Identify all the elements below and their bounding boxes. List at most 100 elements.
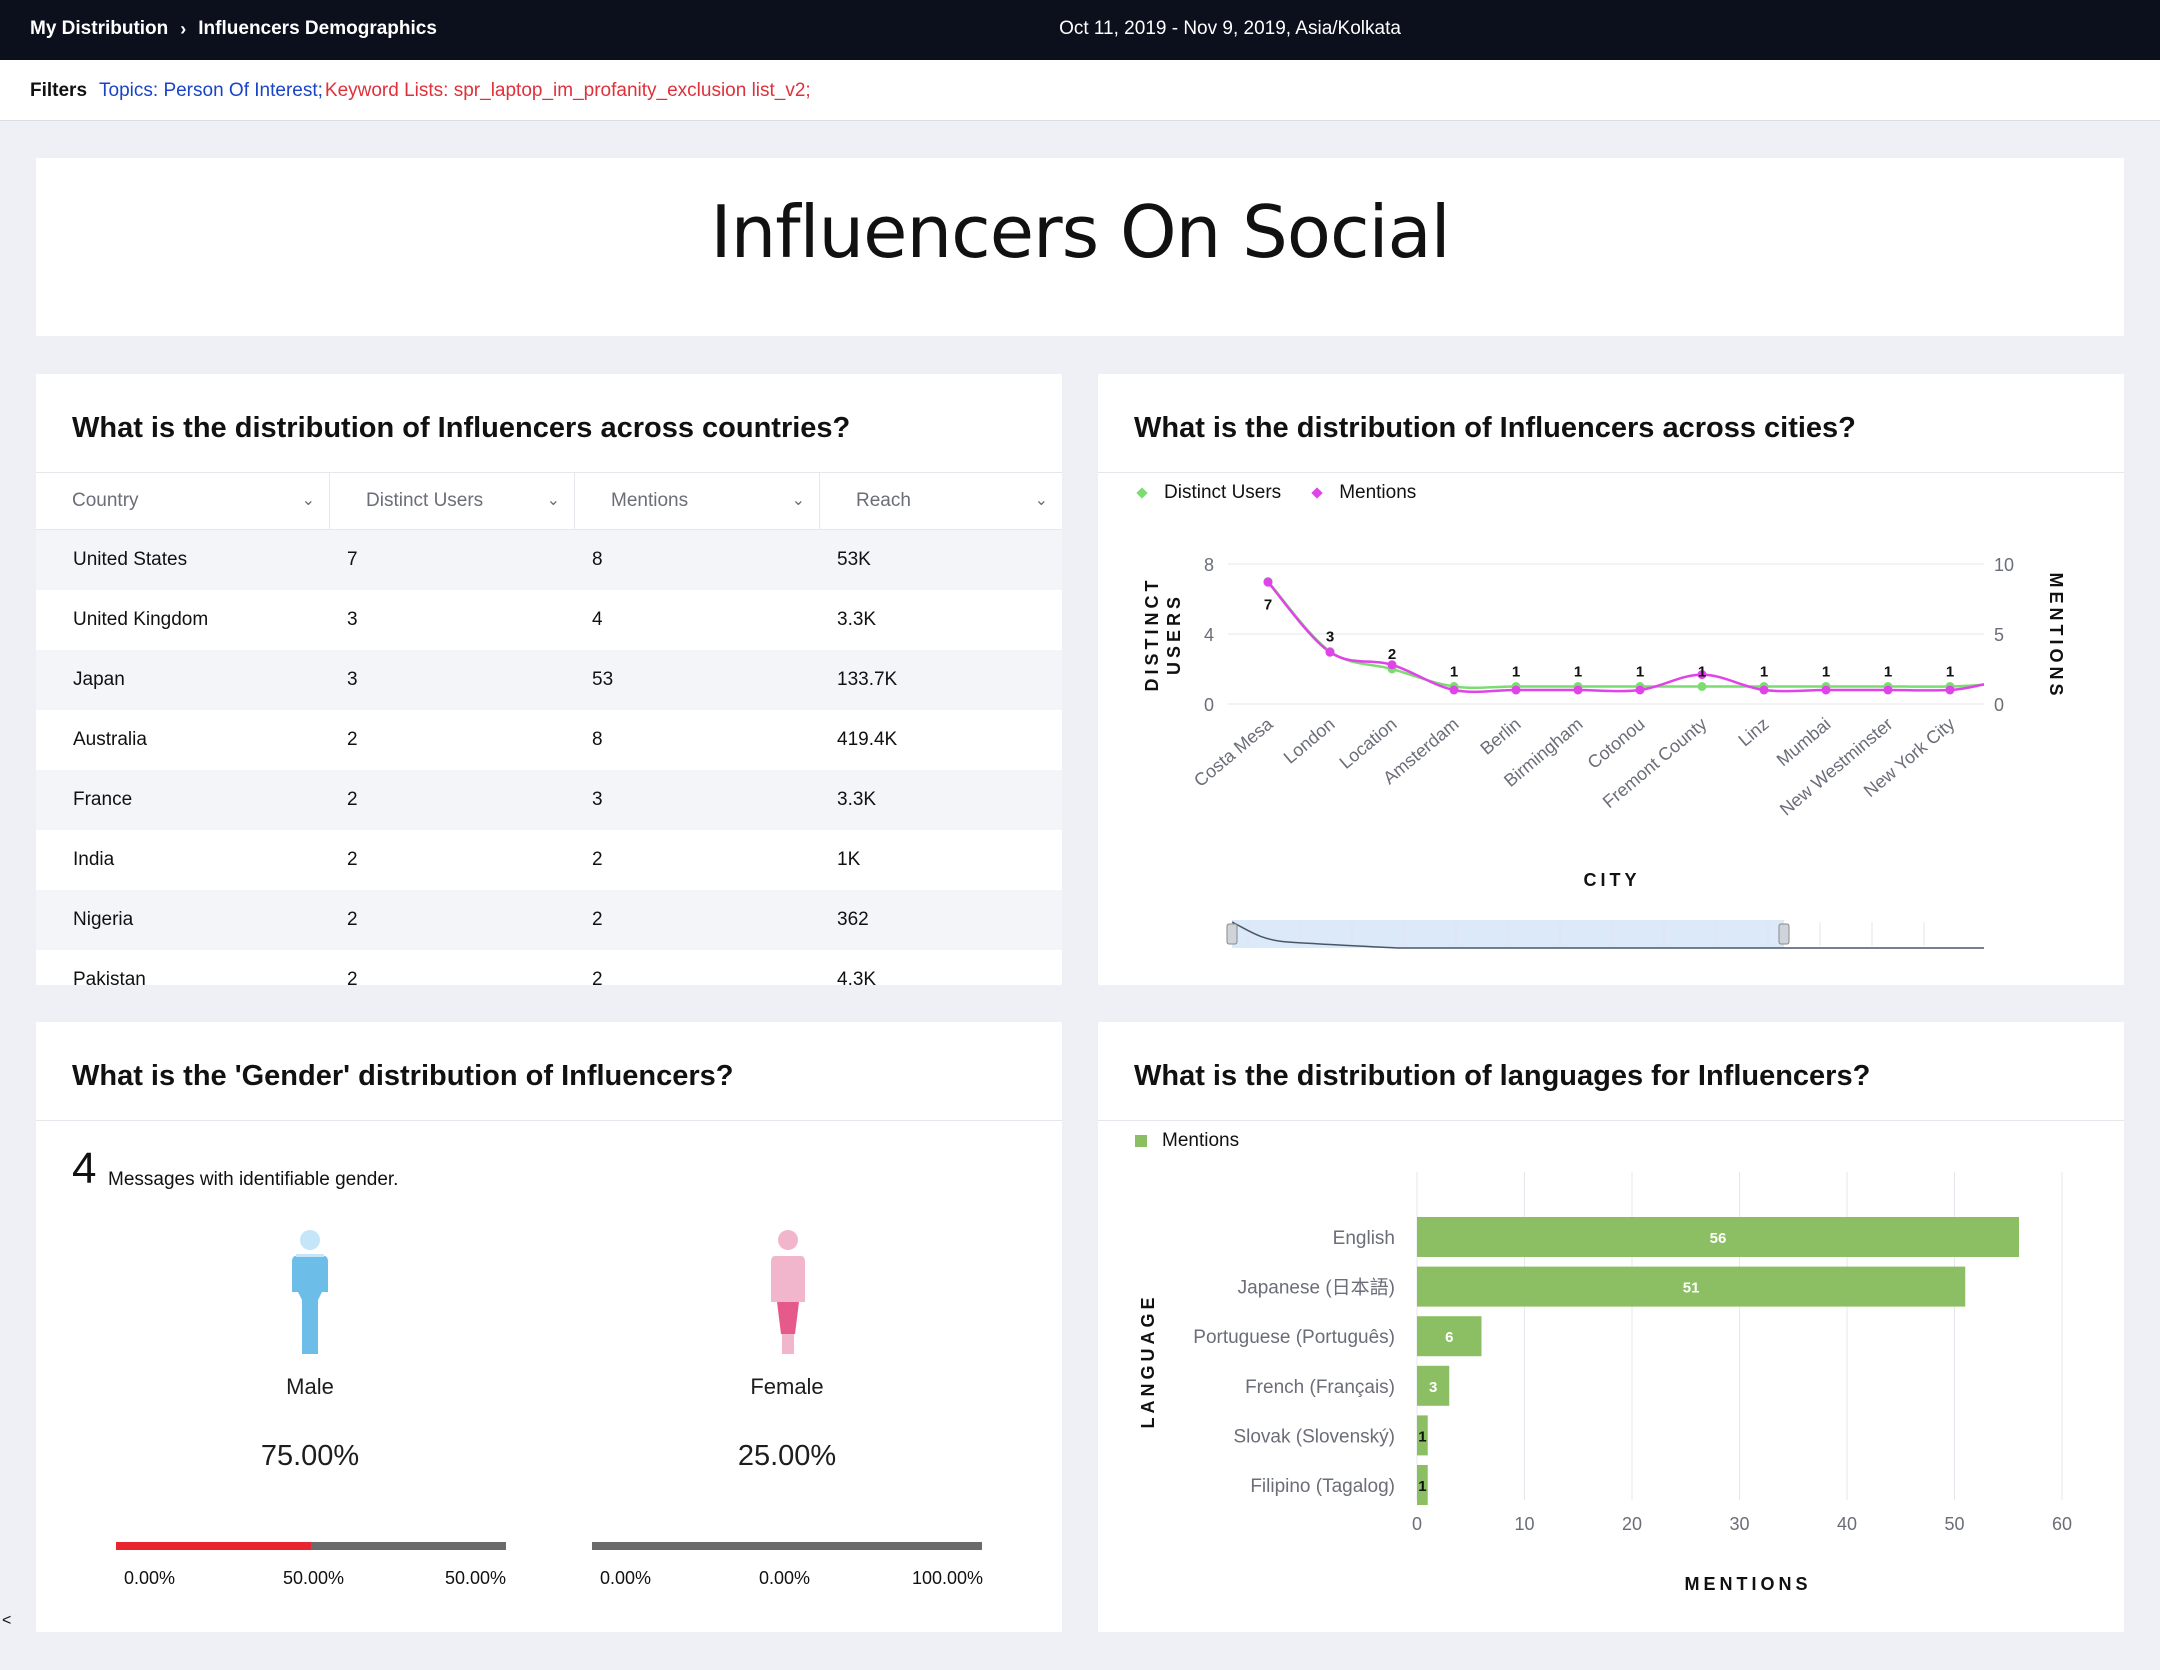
chevron-down-icon[interactable]: ⌄	[547, 473, 560, 529]
table-row[interactable]: Australia 2 8 419.4K	[36, 710, 1062, 770]
y-axis-title: LANGUAGE	[1138, 1294, 1158, 1429]
page-title: Influencers On Social	[710, 190, 1450, 274]
y2-tick-label: 10	[1994, 555, 2014, 575]
chevron-down-icon[interactable]: ⌄	[1035, 473, 1048, 529]
cell-distinct-users: 2	[347, 789, 358, 810]
x-tick-label: Fremont County	[1599, 714, 1711, 812]
female-tick-mid: 0.00%	[759, 1568, 811, 1588]
column-header-label: Country	[72, 490, 139, 511]
cell-country: Nigeria	[73, 909, 134, 930]
top-bar: My Distribution › Influencers Demographi…	[0, 0, 2160, 60]
data-label: 1	[1884, 664, 1892, 681]
data-label: 56	[1710, 1230, 1727, 1247]
data-label: 1	[1822, 664, 1830, 681]
data-label: 1	[1512, 664, 1520, 681]
y-tick-label: 8	[1204, 555, 1214, 575]
cell-reach: 3.3K	[837, 609, 877, 630]
data-point-mentions	[1325, 647, 1335, 657]
column-header-reach[interactable]: Reach ⌄	[820, 473, 1062, 529]
table-row[interactable]: United States 7 8 53K	[36, 530, 1062, 590]
table-row[interactable]: Nigeria 2 2 362	[36, 890, 1062, 950]
cell-reach: 4.3K	[837, 969, 877, 985]
cell-reach: 133.7K	[837, 669, 898, 690]
filters-label: Filters	[30, 80, 88, 101]
cell-reach: 1K	[837, 849, 861, 870]
countries-widget: What is the distribution of Influencers …	[36, 374, 1062, 985]
x-tick-label: Costa Mesa	[1190, 713, 1277, 791]
cell-distinct-users: 2	[347, 909, 358, 930]
y-tick-label: French (Français)	[1245, 1377, 1395, 1398]
male-progress-bar	[116, 1542, 506, 1550]
y-tick-label: English	[1333, 1228, 1395, 1249]
cell-distinct-users: 3	[347, 669, 358, 690]
x-tick-label: 10	[1514, 1514, 1534, 1534]
data-point-mentions	[1449, 685, 1459, 695]
column-header-country[interactable]: Country ⌄	[36, 473, 330, 529]
data-label: 1	[1946, 664, 1954, 681]
x-axis-title: MENTIONS	[1684, 1574, 1811, 1594]
column-header-mentions[interactable]: Mentions ⌄	[575, 473, 820, 529]
column-header-label: Distinct Users	[366, 490, 484, 511]
navigator-handle-left[interactable]	[1226, 923, 1238, 945]
data-label: 1	[1574, 664, 1582, 681]
gender-count-label: Messages with identifiable gender.	[108, 1169, 399, 1190]
cell-distinct-users: 2	[347, 849, 358, 870]
cell-country: India	[73, 849, 115, 870]
data-label: 1	[1760, 664, 1768, 681]
data-label: 6	[1445, 1329, 1453, 1346]
keyword-list-filter[interactable]: Keyword Lists: spr_laptop_im_profanity_e…	[325, 80, 811, 102]
collapse-arrow-icon[interactable]: <	[2, 1612, 11, 1630]
y-tick-label: Portuguese (Português)	[1193, 1327, 1395, 1348]
cell-country: Japan	[73, 669, 125, 690]
y2-tick-label: 0	[1994, 695, 2004, 715]
y-tick-label: Slovak (Slovenský)	[1233, 1426, 1395, 1447]
date-range-selector[interactable]: Oct 11, 2019 - Nov 9, 2019, Asia/Kolkata	[1059, 18, 1401, 39]
y2-axis-title: MENTIONS	[2046, 572, 2066, 699]
series-line-distinct-users	[1267, 580, 1985, 690]
chevron-down-icon[interactable]: ⌄	[302, 473, 315, 529]
languages-widget: What is the distribution of languages fo…	[1098, 1022, 2124, 1632]
cell-distinct-users: 7	[347, 549, 358, 570]
divider	[36, 1120, 1062, 1121]
cell-mentions: 53	[592, 669, 614, 690]
column-header-label: Reach	[856, 490, 911, 511]
male-tick-mid: 50.00%	[283, 1568, 345, 1588]
x-tick-label: Linz	[1734, 714, 1772, 751]
cities-widget: What is the distribution of Influencers …	[1098, 374, 2124, 985]
cell-country: Australia	[73, 729, 147, 750]
table-row[interactable]: United Kingdom 3 4 3.3K	[36, 590, 1062, 650]
data-point-mentions	[1759, 685, 1769, 695]
table-row[interactable]: Pakistan 2 2 4.3K	[36, 950, 1062, 985]
data-label: 1	[1418, 1428, 1426, 1445]
x-tick-label: London	[1280, 714, 1339, 768]
x-tick-label: 20	[1622, 1514, 1642, 1534]
data-point-mentions	[1945, 685, 1955, 695]
table-row[interactable]: India 2 2 1K	[36, 830, 1062, 890]
male-tick-end: 50.00%	[445, 1568, 507, 1588]
navigator-handle-right[interactable]	[1778, 923, 1790, 945]
y-tick-label: Filipino (Tagalog)	[1250, 1476, 1395, 1497]
cell-mentions: 8	[592, 729, 603, 750]
cell-mentions: 3	[592, 789, 603, 810]
topic-filter[interactable]: Topics: Person Of Interest;	[99, 80, 323, 102]
cell-distinct-users: 2	[347, 969, 358, 985]
chevron-down-icon[interactable]: ⌄	[792, 473, 805, 529]
cell-mentions: 2	[592, 849, 603, 870]
male-figure-icon	[292, 1230, 328, 1354]
table-row[interactable]: Japan 3 53 133.7K	[36, 650, 1062, 710]
column-header-distinct-users[interactable]: Distinct Users ⌄	[330, 473, 575, 529]
male-label: Male	[286, 1374, 334, 1399]
gender-widget: What is the 'Gender' distribution of Inf…	[36, 1022, 1062, 1632]
female-percentage: 25.00%	[737, 1440, 837, 1472]
table-row[interactable]: France 2 3 3.3K	[36, 770, 1062, 830]
breadcrumb-root-link[interactable]: My Distribution	[30, 18, 168, 40]
x-tick-label: Berlin	[1476, 714, 1524, 759]
data-point-mentions	[1635, 685, 1645, 695]
y-tick-label: 4	[1204, 625, 1214, 645]
x-tick-label: 40	[1837, 1514, 1857, 1534]
cell-distinct-users: 3	[347, 609, 358, 630]
x-tick-label: 50	[1944, 1514, 1964, 1534]
city-line-chart: 0 4 8 0 5 10 DISTINCT USERS MENTIONS CITY Costa Me…	[1142, 555, 2066, 949]
y-tick-label: Japanese (日本語)	[1238, 1277, 1395, 1299]
data-label: 1	[1636, 664, 1644, 681]
